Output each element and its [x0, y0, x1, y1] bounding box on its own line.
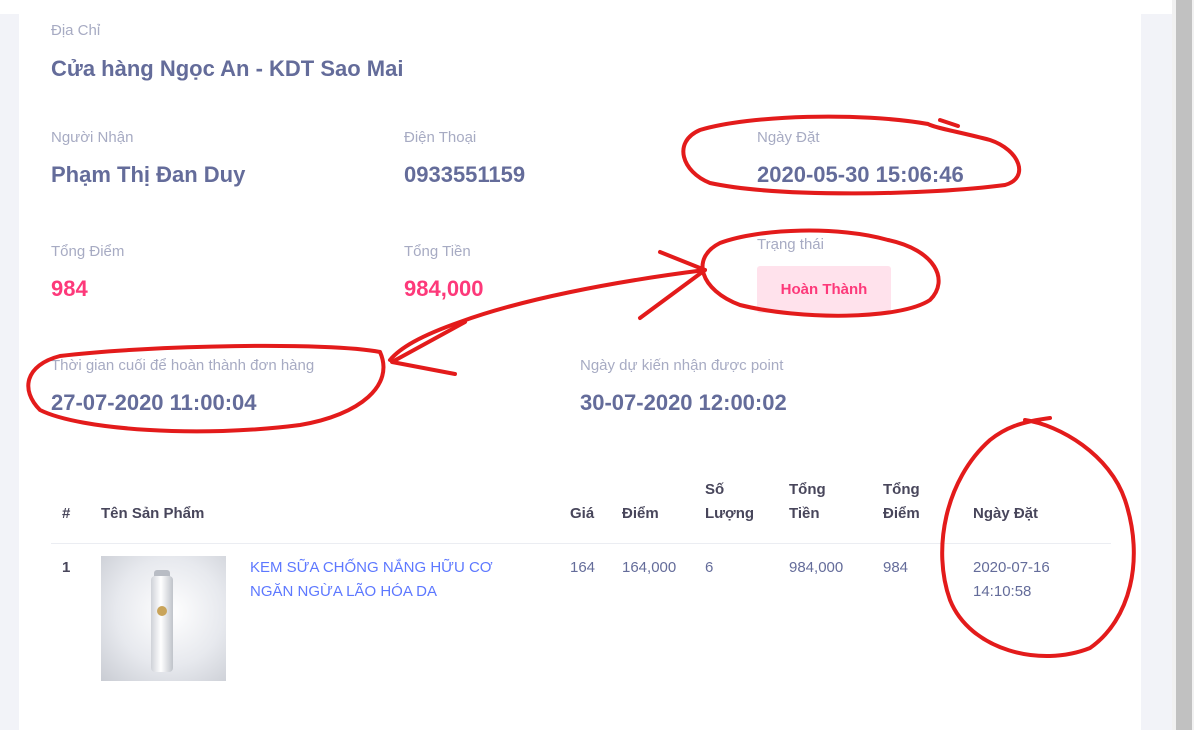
- annotation-circle-deadline: [26, 343, 386, 434]
- annotation-circle-table-date: [940, 416, 1136, 658]
- annotation-arrow-tail: [638, 250, 707, 320]
- annotation-circle-order-date: [681, 114, 1022, 196]
- annotation-arrow-shaft: [388, 268, 707, 362]
- red-annotation-overlay: [26, 114, 1136, 658]
- annotation-circle-status: [700, 228, 941, 318]
